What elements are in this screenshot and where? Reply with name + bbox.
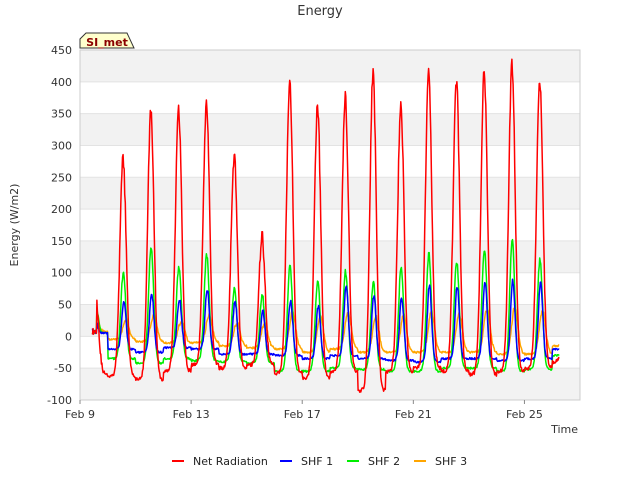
x-tick-label: Feb 17	[284, 408, 321, 421]
legend-item: SHF 1	[280, 455, 333, 468]
x-axis-title: Time	[550, 423, 578, 436]
legend: Net Radiation SHF 1 SHF 2 SHF 3	[172, 455, 467, 468]
grid-band	[80, 50, 580, 82]
x-tick-label: Feb 21	[395, 408, 432, 421]
x-axis-ticks: Feb 9 Feb 13 Feb 17 Feb 21 Feb 25	[65, 400, 543, 421]
grid-band	[80, 113, 580, 146]
y-tick-label: 100	[51, 267, 72, 280]
legend-label: SHF 3	[435, 455, 467, 468]
y-tick-label: -100	[47, 394, 72, 407]
y-tick-label: 400	[51, 76, 72, 89]
energy-chart: -100 -50 0 50 100 150 200 250 300 350 400 450 Feb 9…	[8, 4, 581, 468]
y-tick-label: 350	[51, 108, 72, 121]
y-tick-label: 50	[58, 299, 72, 312]
y-tick-label: 250	[51, 171, 72, 184]
site-label-box: SI_met	[79, 32, 135, 49]
x-tick-label: Feb 13	[173, 408, 210, 421]
legend-label: SHF 1	[301, 455, 333, 468]
y-axis-ticks: -100 -50 0 50 100 150 200 250 300 350 400 450	[47, 44, 72, 407]
series-layer	[91, 58, 560, 393]
site-label: SI_met	[86, 36, 128, 49]
y-tick-label: 300	[51, 139, 72, 152]
legend-item: SHF 2	[347, 455, 400, 468]
chart-title: Energy	[297, 4, 343, 19]
legend-item: Net Radiation	[172, 455, 268, 468]
legend-label: Net Radiation	[193, 455, 268, 468]
y-tick-label: 150	[51, 235, 72, 248]
grid-band	[80, 177, 580, 210]
y-tick-label: 450	[51, 44, 72, 57]
y-tick-label: 0	[65, 330, 72, 343]
legend-label: SHF 2	[368, 455, 400, 468]
x-tick-label: Feb 25	[506, 408, 543, 421]
y-axis-title: Energy (W/m2)	[8, 184, 21, 267]
y-tick-label: -50	[54, 362, 72, 375]
legend-item: SHF 3	[414, 455, 467, 468]
y-tick-label: 200	[51, 203, 72, 216]
x-tick-label: Feb 9	[65, 408, 95, 421]
